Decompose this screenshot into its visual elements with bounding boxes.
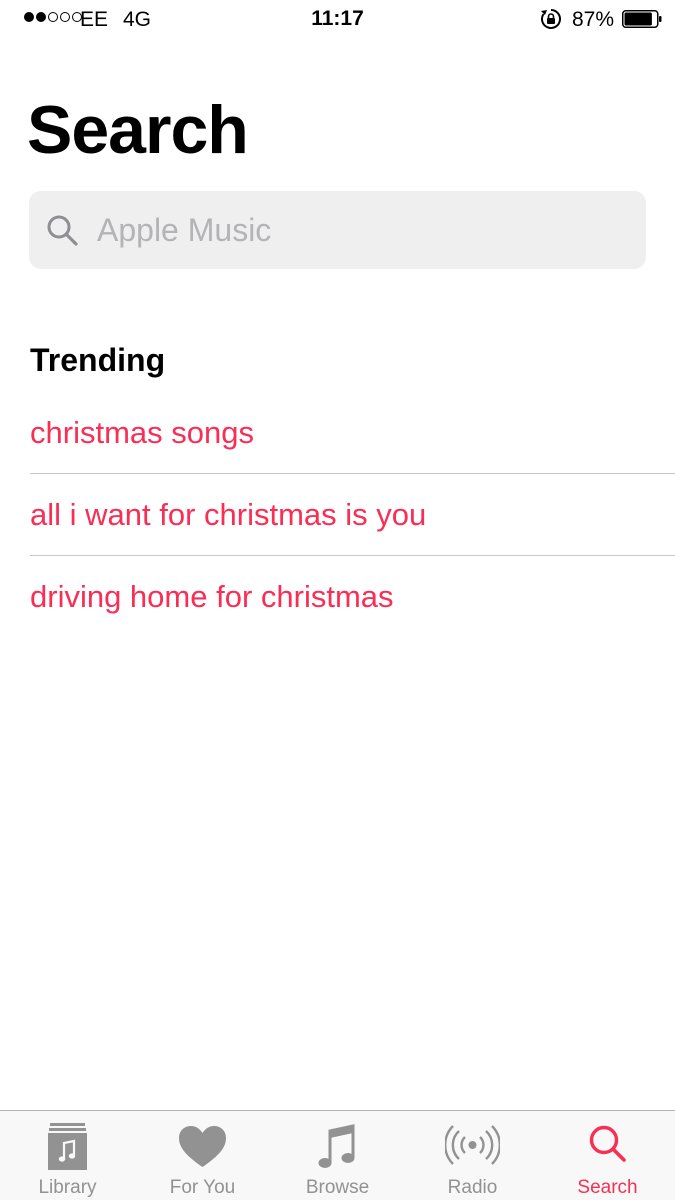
tab-radio[interactable]: Radio (405, 1111, 540, 1200)
search-icon (47, 215, 78, 246)
trending-item[interactable]: all i want for christmas is you (0, 474, 675, 555)
heart-icon (179, 1126, 226, 1167)
search-icon (589, 1125, 626, 1162)
tab-browse[interactable]: Browse (270, 1111, 405, 1200)
tab-library[interactable]: Library (0, 1111, 135, 1200)
trending-item[interactable]: driving home for christmas (0, 556, 675, 637)
search-input[interactable] (97, 203, 627, 257)
rotation-lock-icon (541, 9, 561, 29)
tab-label: Search (577, 1177, 638, 1198)
trending-list: christmas songs all i want for christmas… (0, 392, 675, 637)
tab-label: Browse (305, 1177, 370, 1198)
trending-section-title: Trending (30, 342, 166, 378)
music-note-icon (318, 1124, 355, 1168)
tab-for-you[interactable]: For You (135, 1111, 270, 1200)
search-field[interactable] (29, 191, 646, 269)
tab-label: Library (38, 1177, 97, 1198)
tab-search[interactable]: Search (540, 1111, 675, 1200)
tab-bar: Library For You Browse Radio Search (0, 1110, 675, 1200)
radio-icon (445, 1125, 500, 1165)
battery-percent: 87% (572, 8, 615, 31)
tab-label: For You (169, 1177, 236, 1198)
library-icon (48, 1123, 87, 1170)
tab-label: Radio (447, 1177, 498, 1198)
status-bar: EE 4G 11:17 87% (0, 0, 675, 38)
battery-icon (622, 10, 662, 28)
app-screen: EE 4G 11:17 87% Search Trending christma… (0, 0, 675, 1200)
trending-item[interactable]: christmas songs (0, 392, 675, 473)
page-title: Search (27, 92, 249, 168)
